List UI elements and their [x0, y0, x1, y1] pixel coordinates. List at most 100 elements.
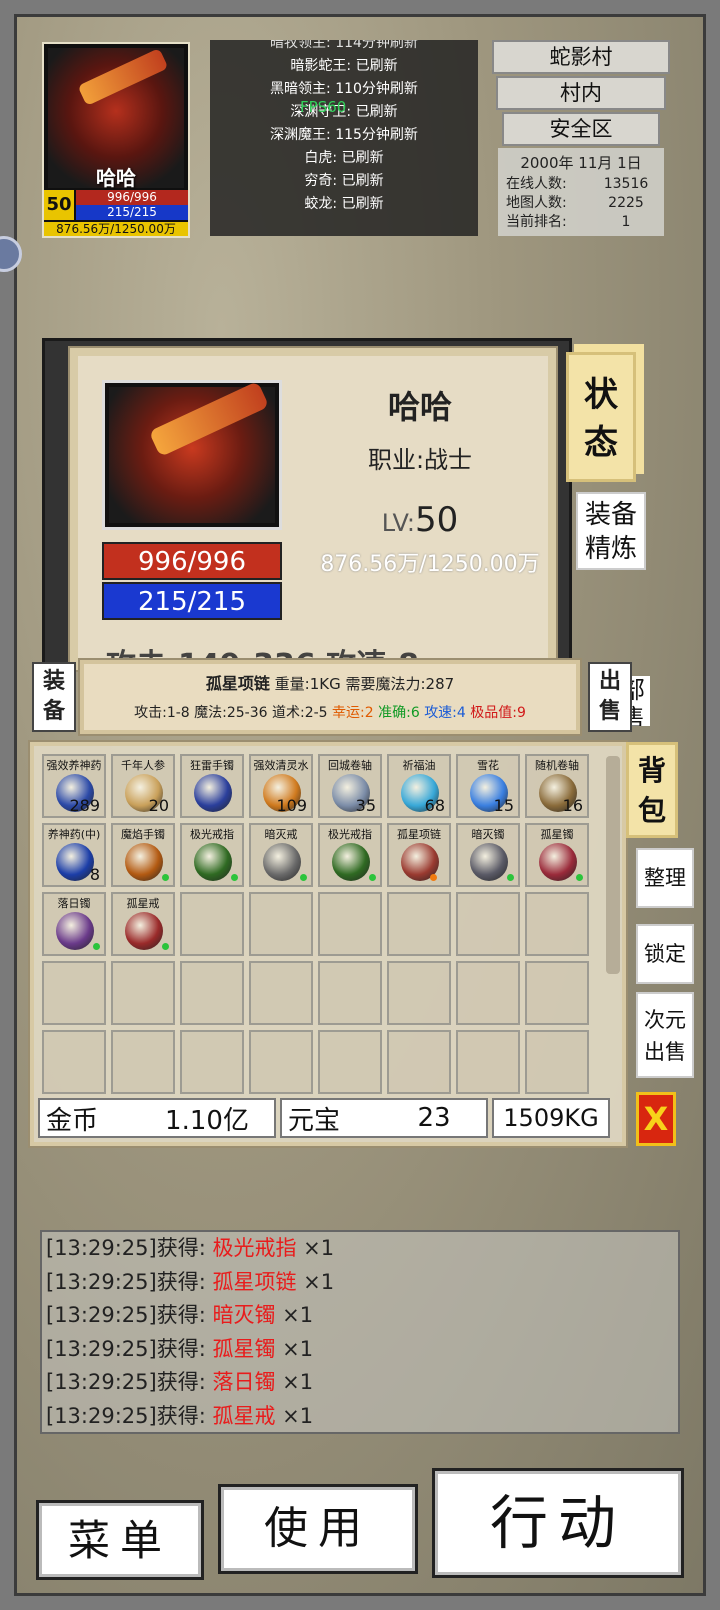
sort-button[interactable]: 整理 — [636, 848, 694, 908]
bag-slot-empty[interactable] — [525, 1030, 589, 1094]
bag-slot-empty[interactable] — [456, 892, 520, 956]
online-count: 13516 — [603, 176, 649, 192]
bag-slot-empty[interactable] — [318, 1030, 382, 1094]
bag-slot-empty[interactable] — [249, 961, 313, 1025]
bag-slot[interactable]: 雪花 15 — [456, 754, 520, 818]
sell-button[interactable]: 出售 — [588, 662, 632, 732]
bag-item-quantity: 8 — [89, 865, 100, 884]
bag-slot-empty[interactable] — [249, 892, 313, 956]
inventory-scrollbar[interactable] — [606, 756, 620, 974]
boss-timer-row: 蛟龙: 已刷新 — [304, 196, 384, 212]
level-value: 50 — [415, 500, 459, 540]
tooltip-meta: 重量:1KG 需要魔法力:287 — [274, 675, 455, 693]
bag-item-quantity: 68 — [424, 796, 445, 815]
bag-slot[interactable]: 祈福油 68 — [387, 754, 451, 818]
item-status-dot — [93, 943, 100, 950]
bag-slot-empty[interactable] — [525, 961, 589, 1025]
character-job: 职业:战士 — [367, 446, 473, 474]
map-name[interactable]: 蛇影村 — [492, 40, 670, 74]
log-line: [13:29:25]获得: 孤星镯 ×1 — [46, 1333, 674, 1367]
bag-slot[interactable]: 孤星戒 — [111, 892, 175, 956]
bag-slot[interactable]: 孤星镯 — [525, 823, 589, 887]
bag-item-name: 祈福油 — [402, 759, 436, 772]
bag-slot[interactable]: 孤星项链 — [387, 823, 451, 887]
use-button[interactable]: 使用 — [218, 1484, 418, 1574]
bag-slot[interactable]: 暗灭戒 — [249, 823, 313, 887]
tab-bag[interactable]: 背包 — [626, 742, 678, 838]
hud-portrait[interactable]: 哈哈 50 996/996 215/215 876.56万/1250.00万 — [42, 42, 190, 238]
bag-item-quantity: 16 — [562, 796, 583, 815]
bag-slot-empty[interactable] — [318, 961, 382, 1025]
bag-slot[interactable]: 强效养神药 289 — [42, 754, 106, 818]
bag-slot[interactable]: 极光戒指 — [180, 823, 244, 887]
bag-item-name: 孤星戒 — [126, 897, 160, 910]
fps-counter: FPS60 — [300, 98, 347, 116]
boss-timer-row: 白虎: 已刷新 — [304, 150, 384, 166]
ingot-label: 元宝 — [288, 1105, 341, 1136]
map-area: 村内 — [496, 76, 666, 110]
bag-slot-empty[interactable] — [318, 892, 382, 956]
bag-slot-empty[interactable] — [180, 961, 244, 1025]
bag-slot[interactable]: 暗灭镯 — [456, 823, 520, 887]
character-portrait — [102, 380, 282, 530]
tooltip-attack-speed: 攻速:4 — [424, 705, 466, 721]
bag-slot-empty[interactable] — [387, 1030, 451, 1094]
gold-label: 金币 — [46, 1105, 99, 1136]
tooltip-luck: 幸运:2 — [332, 705, 374, 721]
lock-button[interactable]: 锁定 — [636, 924, 694, 984]
ring-icon — [194, 843, 232, 881]
bag-slot[interactable]: 养神药(中) 8 — [42, 823, 106, 887]
item-status-dot — [162, 943, 169, 950]
bag-item-quantity: 15 — [493, 796, 514, 815]
bag-item-name: 魔焰手镯 — [121, 828, 165, 841]
log-count: ×1 — [296, 1236, 335, 1260]
bag-slot-empty[interactable] — [111, 961, 175, 1025]
bag-slot-empty[interactable] — [42, 1030, 106, 1094]
bag-weight: 1509KG — [492, 1098, 610, 1138]
log-count: ×1 — [296, 1269, 335, 1294]
bag-slot-empty[interactable] — [387, 961, 451, 1025]
bag-slot-empty[interactable] — [180, 1030, 244, 1094]
bag-slot-empty[interactable] — [525, 892, 589, 956]
bag-slot[interactable]: 狂雷手镯 — [180, 754, 244, 818]
bracelet-icon — [539, 843, 577, 881]
potion-icon — [56, 843, 94, 881]
close-button[interactable]: X — [636, 1092, 676, 1146]
bag-slot-empty[interactable] — [111, 1030, 175, 1094]
character-exp: 876.56万/1250.00万 — [320, 552, 540, 577]
menu-button[interactable]: 菜单 — [36, 1500, 204, 1580]
bag-slot[interactable]: 魔焰手镯 — [111, 823, 175, 887]
item-status-dot — [430, 874, 437, 881]
log-line: [13:29:25]获得: 极光戒指 ×1 — [46, 1232, 674, 1266]
bag-item-name: 孤星镯 — [540, 828, 574, 841]
character-hp-bar: 996/996 — [102, 542, 282, 580]
bag-slot[interactable]: 极光戒指 — [318, 823, 382, 887]
bag-slot[interactable]: 回城卷轴 35 — [318, 754, 382, 818]
bag-slot-empty[interactable] — [42, 961, 106, 1025]
log-item: 孤星戒 — [212, 1403, 276, 1428]
dimension-sell-button[interactable]: 次元出售 — [636, 992, 694, 1078]
bag-slot-empty[interactable] — [456, 961, 520, 1025]
item-status-dot — [507, 874, 514, 881]
bag-slot-empty[interactable] — [387, 892, 451, 956]
bag-slot[interactable]: 千年人参 20 — [111, 754, 175, 818]
action-button[interactable]: 行动 — [432, 1468, 684, 1578]
bag-item-name: 极光戒指 — [328, 828, 372, 841]
map-info-panel: 蛇影村 村内 安全区 2000年 11月 1日 在线人数: 13516 地图人数:… — [492, 40, 670, 236]
bag-slot-empty[interactable] — [180, 892, 244, 956]
hud-hp-bar: 996/996 — [76, 190, 188, 205]
tab-equip-refine[interactable]: 装备精炼 — [576, 492, 646, 570]
bag-slot-empty[interactable] — [456, 1030, 520, 1094]
bag-slot[interactable]: 落日镯 — [42, 892, 106, 956]
hud-mp-bar: 215/215 — [76, 205, 188, 220]
equip-button[interactable]: 装备 — [32, 662, 76, 732]
tab-status[interactable]: 状态 — [566, 352, 636, 482]
ingot-display: 元宝 23 — [280, 1098, 488, 1138]
bag-slot[interactable]: 强效清灵水 109 — [249, 754, 313, 818]
server-stats: 2000年 11月 1日 在线人数: 13516 地图人数: 2225 当前排名: 1 — [498, 148, 664, 236]
ring-icon — [125, 912, 163, 950]
bag-slot[interactable]: 随机卷轴 16 — [525, 754, 589, 818]
bag-slot-empty[interactable] — [249, 1030, 313, 1094]
bag-item-name: 千年人参 — [121, 759, 165, 772]
map-zone: 安全区 — [502, 112, 660, 146]
